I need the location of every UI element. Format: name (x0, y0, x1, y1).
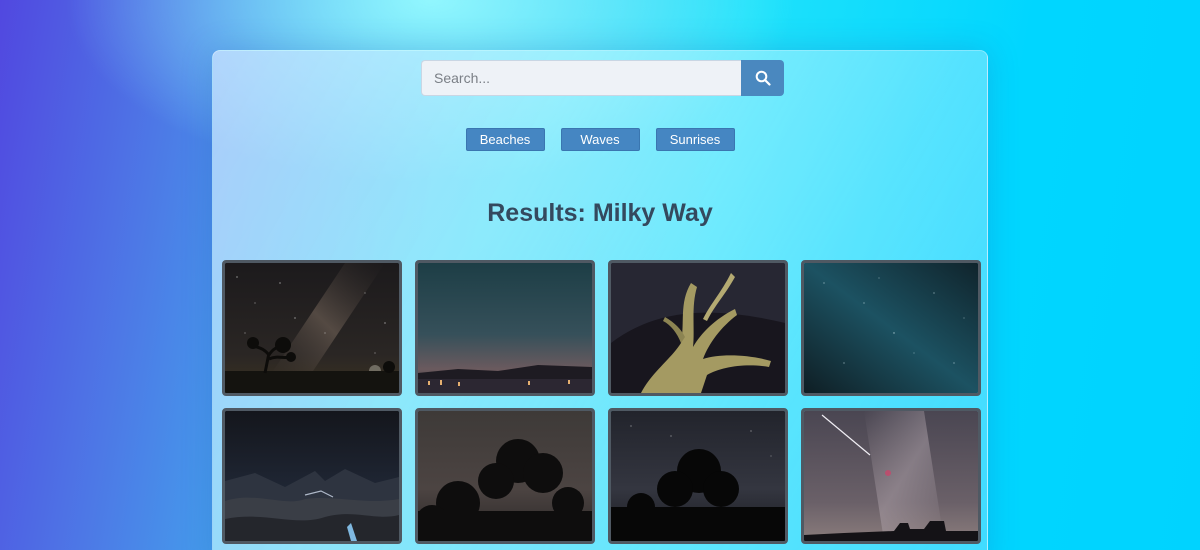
result-image-3[interactable] (608, 260, 788, 396)
teal-stars-image (804, 263, 978, 393)
milky-way-meteor-image (804, 411, 978, 541)
milky-way-tree-image (225, 263, 399, 393)
category-button-sunrises[interactable]: Sunrises (655, 128, 735, 151)
category-button-waves[interactable]: Waves (560, 128, 640, 151)
category-button-beaches[interactable]: Beaches (465, 128, 545, 151)
tree-silhouette-image (418, 411, 592, 541)
search-button[interactable] (741, 60, 784, 96)
category-buttons: Beaches Waves Sunrises (213, 128, 987, 151)
result-image-1[interactable] (222, 260, 402, 396)
result-image-5[interactable] (222, 408, 402, 544)
dark-tree-image (611, 411, 785, 541)
search-bar (421, 60, 784, 96)
result-image-2[interactable] (415, 260, 595, 396)
results-title: Results: Milky Way (487, 199, 713, 227)
result-image-6[interactable] (415, 408, 595, 544)
lake-night-image (418, 263, 592, 393)
mountains-night-image (225, 411, 399, 541)
driftwood-image (611, 263, 785, 393)
image-grid (222, 260, 981, 544)
result-image-8[interactable] (801, 408, 981, 544)
search-panel: Beaches Waves Sunrises Results: Milky Wa… (212, 50, 988, 550)
search-input[interactable] (421, 60, 741, 96)
result-image-4[interactable] (801, 260, 981, 396)
search-icon (755, 70, 771, 86)
result-image-7[interactable] (608, 408, 788, 544)
